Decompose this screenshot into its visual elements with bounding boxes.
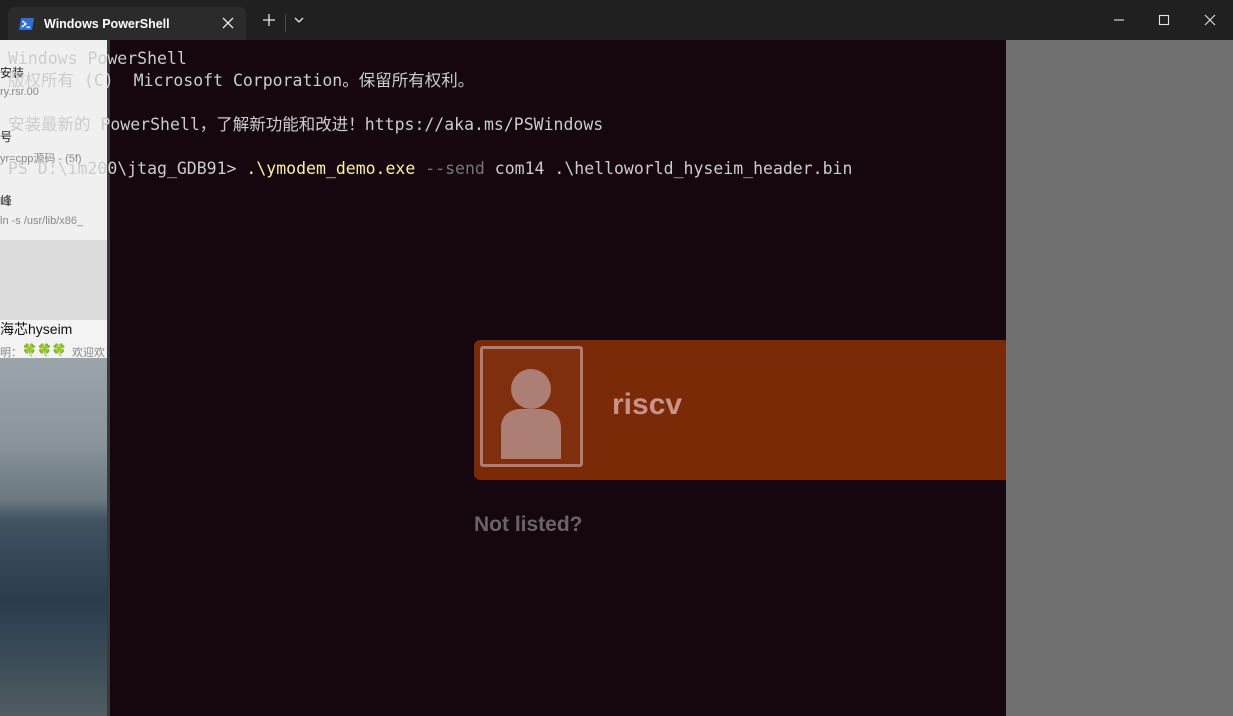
pane-divider [107, 40, 110, 716]
terminal-line: Windows PowerShell [8, 49, 187, 68]
tab-windows-powershell[interactable]: Windows PowerShell [8, 7, 246, 40]
powershell-icon [18, 17, 35, 31]
plus-icon[interactable] [257, 8, 281, 32]
bg-fragment: ln -s /usr/lib/x86_ [0, 215, 84, 227]
chevron-down-icon[interactable] [287, 8, 311, 32]
command-args: com14 .\helloworld_hyseim_header.bin [494, 159, 853, 178]
terminal-pane[interactable]: 安装 ry.rsr.00 号 yr=cpp源码 - (5f) 峰 ln -s /… [0, 40, 1233, 716]
close-icon[interactable] [220, 15, 236, 31]
background-left-window: 安装 ry.rsr.00 号 yr=cpp源码 - (5f) 峰 ln -s /… [0, 40, 110, 716]
command-line: PS D:\im200\jtag_GDB91> .\ymodem_demo.ex… [8, 158, 852, 180]
window-close-icon[interactable] [1187, 0, 1233, 40]
command-flag: --send [425, 159, 485, 178]
bg-fragment: 海芯hyseim [0, 321, 73, 337]
prompt: PS D:\im200\jtag_GDB91> [8, 159, 247, 178]
maximize-icon[interactable] [1141, 0, 1187, 40]
command-exe: .\ymodem_demo.exe [246, 159, 416, 178]
background-right-region [1006, 40, 1233, 716]
terminal-line: 版权所有 (C) Microsoft Corporation。保留所有权利。 [8, 71, 475, 90]
user-avatar-icon [480, 346, 583, 467]
tab-separator [285, 14, 286, 32]
bg-fragment: 🍀🍀🍀 [22, 343, 67, 357]
bg-fragment: 明： [0, 347, 22, 359]
minimize-icon[interactable] [1096, 0, 1142, 40]
not-listed-link: Not listed? [474, 513, 583, 536]
login-user-name: riscv [612, 388, 683, 421]
bg-fragment: 峰 [0, 194, 13, 208]
login-user-card: riscv [474, 340, 1006, 480]
terminal-line: 安装最新的 PowerShell，了解新功能和改进！https://aka.ms… [8, 115, 604, 134]
tab-title: Windows PowerShell [44, 16, 170, 31]
title-bar: Windows PowerShell [0, 0, 1233, 40]
bg-fragment: 欢迎欢 [72, 347, 105, 359]
